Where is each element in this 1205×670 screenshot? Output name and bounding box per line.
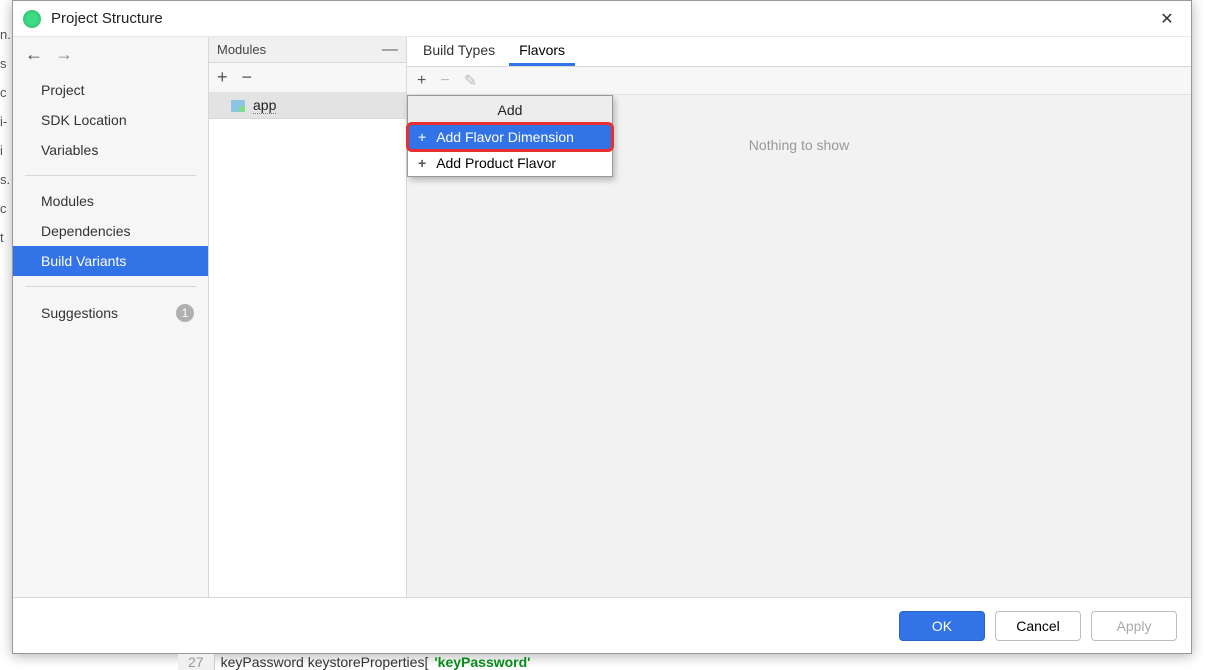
modules-panel: Modules — + − app	[209, 37, 407, 597]
sidebar-item-project[interactable]: Project	[13, 75, 208, 105]
background-editor-line: 27 keyPassword keystoreProperties[ 'keyP…	[178, 654, 531, 669]
modules-toolbar: + −	[209, 63, 406, 93]
popup-item-add-product-flavor[interactable]: + Add Product Flavor	[408, 150, 612, 176]
main-panel: Build Types Flavors + − ✎ Add + Add Flav…	[407, 37, 1191, 597]
add-module-icon[interactable]: +	[217, 67, 228, 88]
dialog-body: ← → Project SDK Location Variables Modul…	[13, 37, 1191, 597]
sidebar-item-sdk-location[interactable]: SDK Location	[13, 105, 208, 135]
add-popup: Add + Add Flavor Dimension + Add Product…	[407, 95, 613, 177]
nav-back-icon[interactable]: ←	[25, 44, 43, 65]
ok-button[interactable]: OK	[899, 611, 985, 641]
code-text: keyPassword keystoreProperties[	[221, 654, 429, 670]
sidebar-item-label: Variables	[41, 142, 98, 158]
remove-module-icon[interactable]: −	[242, 67, 253, 88]
flavors-content: Add + Add Flavor Dimension + Add Product…	[407, 95, 1191, 597]
add-flavor-icon[interactable]: +	[417, 72, 426, 90]
plus-icon: +	[418, 129, 426, 145]
suggestions-count-badge: 1	[176, 304, 194, 322]
sidebar-item-label: Build Variants	[41, 253, 126, 269]
code-string: 'keyPassword'	[434, 654, 530, 670]
project-structure-dialog: Project Structure ✕ ← → Project SDK Loca…	[12, 0, 1192, 654]
empty-message: Nothing to show	[749, 137, 849, 153]
module-folder-icon	[231, 100, 245, 112]
tab-flavors[interactable]: Flavors	[509, 37, 575, 66]
background-editor-gutter: n.sci-is.ct	[0, 0, 12, 669]
sidebar: ← → Project SDK Location Variables Modul…	[13, 37, 209, 597]
modules-header-label: Modules	[217, 42, 266, 57]
sidebar-item-label: Dependencies	[41, 223, 131, 239]
module-item-app[interactable]: app	[209, 93, 406, 119]
edit-flavor-icon: ✎	[464, 71, 477, 91]
cancel-button[interactable]: Cancel	[995, 611, 1081, 641]
popup-header: Add	[408, 96, 612, 124]
module-item-label: app	[253, 97, 276, 114]
tab-build-types[interactable]: Build Types	[413, 37, 505, 66]
sidebar-item-variables[interactable]: Variables	[13, 135, 208, 165]
dialog-title: Project Structure	[51, 10, 1153, 27]
sidebar-item-label: SDK Location	[41, 112, 127, 128]
apply-button: Apply	[1091, 611, 1177, 641]
flavor-toolbar: + − ✎	[407, 67, 1191, 95]
modules-header: Modules —	[209, 37, 406, 63]
sidebar-item-label: Modules	[41, 193, 94, 209]
sidebar-separator	[25, 175, 196, 176]
android-studio-icon	[23, 10, 41, 28]
sidebar-item-label: Project	[41, 82, 85, 98]
sidebar-item-label: Suggestions	[41, 305, 118, 321]
collapse-icon[interactable]: —	[382, 41, 398, 59]
close-icon[interactable]: ✕	[1153, 5, 1181, 33]
sidebar-item-modules[interactable]: Modules	[13, 186, 208, 216]
sidebar-item-build-variants[interactable]: Build Variants	[13, 246, 208, 276]
remove-flavor-icon: −	[440, 72, 449, 90]
sidebar-separator	[25, 286, 196, 287]
nav-history: ← →	[13, 37, 208, 71]
popup-item-label: Add Product Flavor	[436, 155, 556, 171]
popup-item-add-flavor-dimension[interactable]: + Add Flavor Dimension	[408, 124, 612, 150]
line-number: 27	[178, 654, 215, 670]
dialog-footer: OK Cancel Apply	[13, 597, 1191, 653]
popup-item-label: Add Flavor Dimension	[436, 129, 574, 145]
dialog-titlebar: Project Structure ✕	[13, 1, 1191, 37]
nav-forward-icon: →	[55, 44, 73, 65]
sidebar-item-dependencies[interactable]: Dependencies	[13, 216, 208, 246]
tabs: Build Types Flavors	[407, 37, 1191, 67]
plus-icon: +	[418, 155, 426, 171]
sidebar-item-suggestions[interactable]: Suggestions 1	[13, 297, 208, 329]
